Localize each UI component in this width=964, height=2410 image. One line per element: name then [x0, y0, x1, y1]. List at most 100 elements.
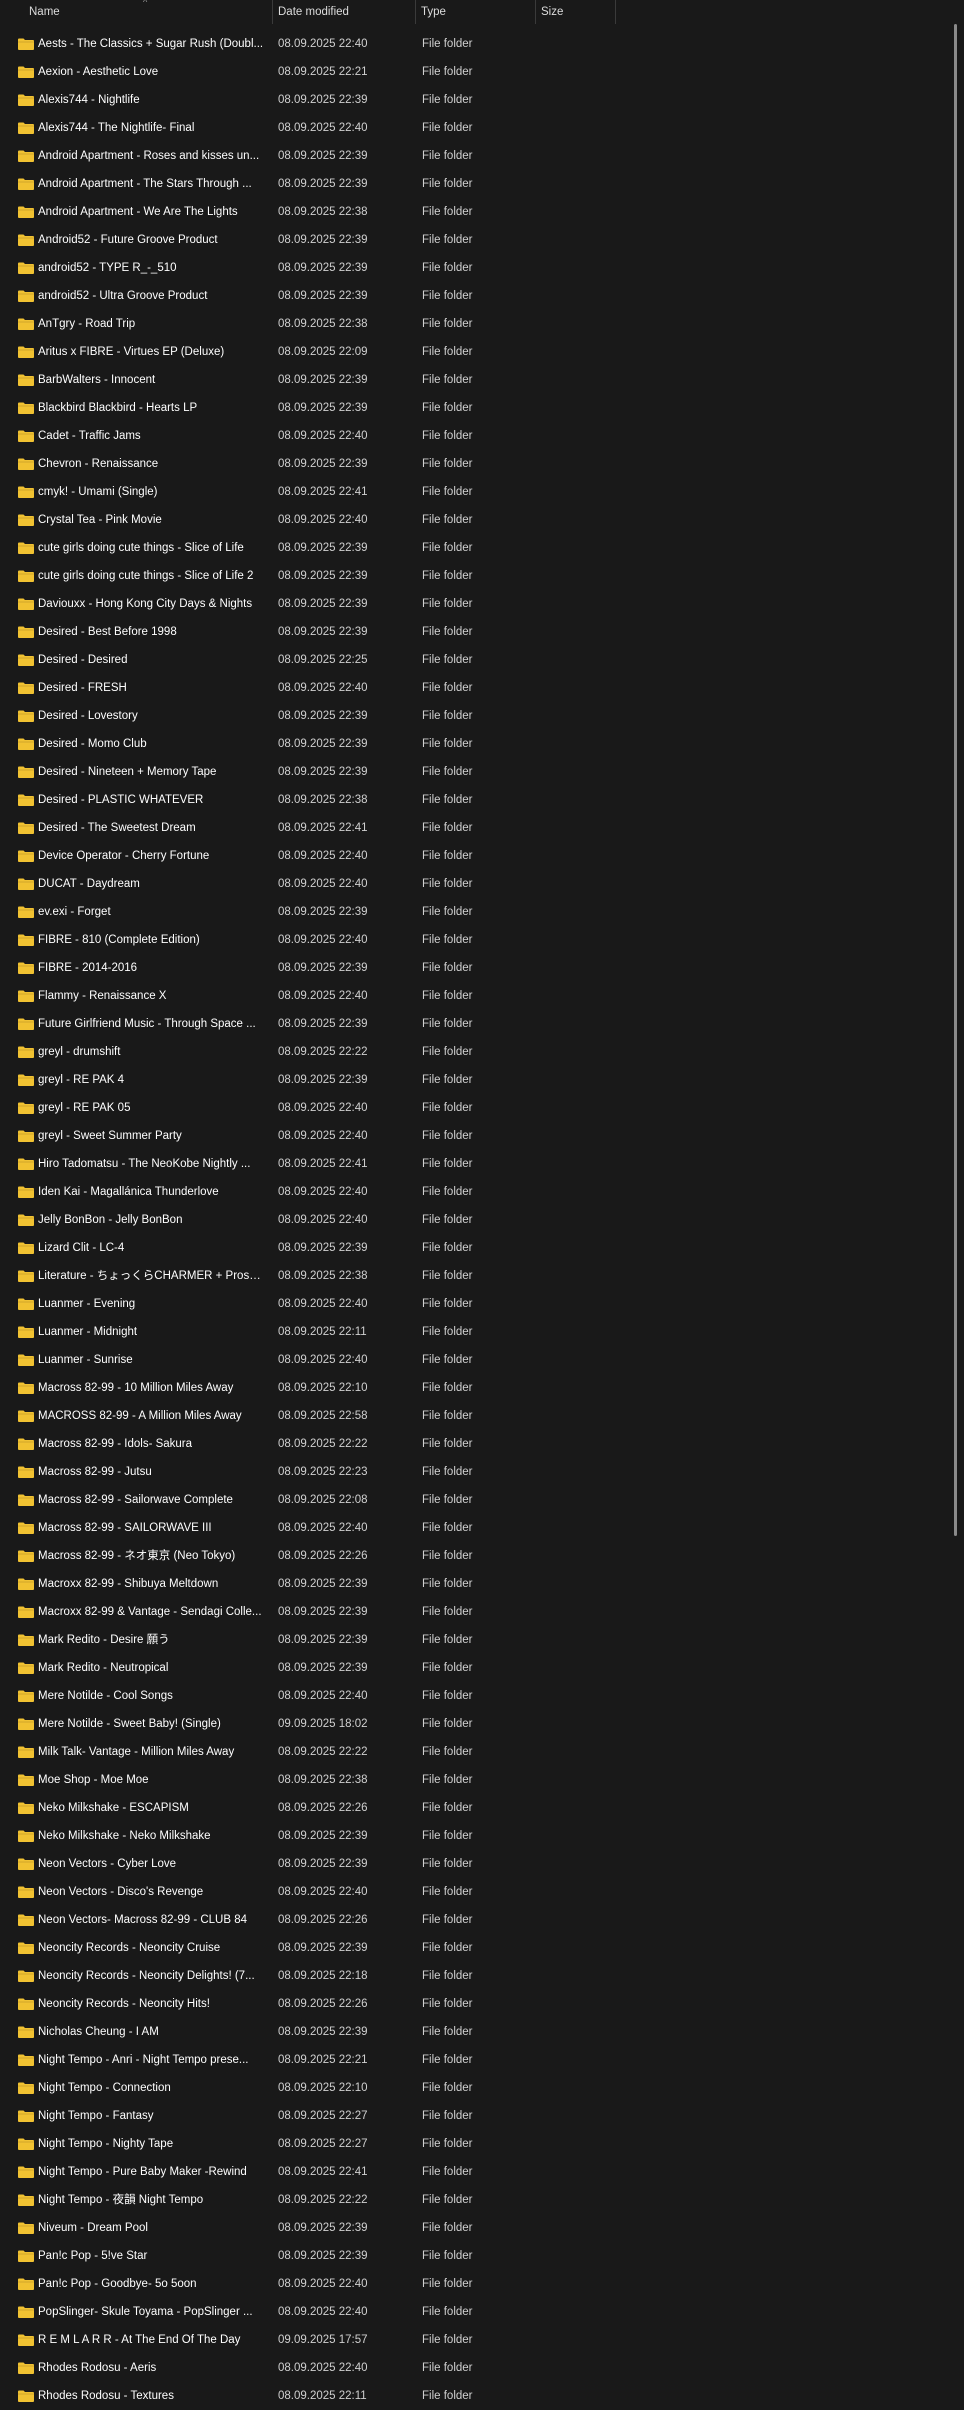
file-list-row[interactable]: Desired - Best Before 1998 08.09.2025 22:…	[0, 618, 940, 646]
file-list-row[interactable]: android52 - Ultra Groove Product 08.09.20…	[0, 282, 940, 310]
file-list-row[interactable]: greyl - RE PAK 05 08.09.2025 22:40 File fo…	[0, 1094, 940, 1122]
file-list-row[interactable]: Device Operator - Cherry Fortune 08.09.20…	[0, 842, 940, 870]
column-header-size[interactable]: Size	[536, 0, 616, 24]
file-list-row[interactable]: BarbWalters - Innocent 08.09.2025 22:39 Fi…	[0, 366, 940, 394]
file-list-row[interactable]: Macross 82-99 - Sailorwave Complete 08.09…	[0, 1486, 940, 1514]
file-list-row[interactable]: Pan!c Pop - Goodbye- 5o 5oon 08.09.2025 2…	[0, 2270, 940, 2298]
file-list-row[interactable]: Milk Talk- Vantage - Million Miles Away 0…	[0, 1738, 940, 1766]
file-list-row[interactable]: Neoncity Records - Neoncity Hits! 08.09.2…	[0, 1990, 940, 2018]
file-list-row[interactable]: Desired - Desired 08.09.2025 22:25 File fo…	[0, 646, 940, 674]
file-name: DUCAT - Daydream	[38, 878, 140, 890]
file-list-row[interactable]: Literature - ちょっくらCHARMER + Prose ザ... 08…	[0, 1262, 940, 1290]
file-list-row[interactable]: Nicholas Cheung - I AM 08.09.2025 22:39 Fi…	[0, 2018, 940, 2046]
file-list-row[interactable]: Niveum - Dream Pool 08.09.2025 22:39 File …	[0, 2214, 940, 2242]
file-list-row[interactable]: FIBRE - 810 (Complete Edition) 08.09.2025…	[0, 926, 940, 954]
file-list-row[interactable]: greyl - RE PAK 4 08.09.2025 22:39 File fol…	[0, 1066, 940, 1094]
file-list-row[interactable]: Jelly BonBon - Jelly BonBon 08.09.2025 22…	[0, 1206, 940, 1234]
file-list-row[interactable]: Desired - Momo Club 08.09.2025 22:39 File …	[0, 730, 940, 758]
file-list-row[interactable]: Neko Milkshake - Neko Milkshake 08.09.202…	[0, 1822, 940, 1850]
file-list-row[interactable]: Night Tempo - Nighty Tape 08.09.2025 22:2…	[0, 2130, 940, 2158]
file-list-row[interactable]: Aritus x FIBRE - Virtues EP (Deluxe) 08.0…	[0, 338, 940, 366]
file-list-row[interactable]: Night Tempo - Connection 08.09.2025 22:10…	[0, 2074, 940, 2102]
file-list-row[interactable]: Rhodes Rodosu - Textures 08.09.2025 22:11…	[0, 2382, 940, 2410]
file-list-row[interactable]: Macross 82-99 - Idols- Sakura 08.09.2025 …	[0, 1430, 940, 1458]
file-list-row[interactable]: Neon Vectors - Disco's Revenge 08.09.2025…	[0, 1878, 940, 1906]
file-list-row[interactable]: greyl - Sweet Summer Party 08.09.2025 22:…	[0, 1122, 940, 1150]
file-list-row[interactable]: Android Apartment - We Are The Lights 08.…	[0, 198, 940, 226]
file-type: File folder	[422, 1186, 473, 1198]
file-list-row[interactable]: Neoncity Records - Neoncity Delights! (7…	[0, 1962, 940, 1990]
file-list-row[interactable]: cute girls doing cute things - Slice of …	[0, 562, 940, 590]
file-list-row[interactable]: Pan!c Pop - 5!ve Star 08.09.2025 22:39 Fil…	[0, 2242, 940, 2270]
file-list-row[interactable]: Lizard Clit - LC-4 08.09.2025 22:39 File f…	[0, 1234, 940, 1262]
column-header-name[interactable]: Name	[24, 0, 273, 24]
file-list-row[interactable]: cute girls doing cute things - Slice of …	[0, 534, 940, 562]
file-list-row[interactable]: Android Apartment - The Stars Through ..…	[0, 170, 940, 198]
file-list-row[interactable]: Night Tempo - Anri - Night Tempo prese..…	[0, 2046, 940, 2074]
file-list-row[interactable]: Future Girlfriend Music - Through Space …	[0, 1010, 940, 1038]
file-list-row[interactable]: Neko Milkshake - ESCAPISM 08.09.2025 22:2…	[0, 1794, 940, 1822]
file-list-row[interactable]: PopSlinger- Skule Toyama - PopSlinger ..…	[0, 2298, 940, 2326]
file-list-row[interactable]: Macroxx 82-99 - Shibuya Meltdown 08.09.20…	[0, 1570, 940, 1598]
file-list-row[interactable]: Cadet - Traffic Jams 08.09.2025 22:40 File…	[0, 422, 940, 450]
file-type: File folder	[422, 234, 473, 246]
file-list-row[interactable]: Daviouxx - Hong Kong City Days & Nights 0…	[0, 590, 940, 618]
file-list-row[interactable]: Aests - The Classics + Sugar Rush (Doubl…	[0, 30, 940, 58]
file-list-row[interactable]: Desired - Lovestory 08.09.2025 22:39 File …	[0, 702, 940, 730]
file-list-row[interactable]: Hiro Tadomatsu - The NeoKobe Nightly ...…	[0, 1150, 940, 1178]
file-list-row[interactable]: Mere Notilde - Cool Songs 08.09.2025 22:4…	[0, 1682, 940, 1710]
file-list-row[interactable]: android52 - TYPE R_-_510 08.09.2025 22:39…	[0, 254, 940, 282]
file-list-row[interactable]: Alexis744 - The Nightlife- Final 08.09.20…	[0, 114, 940, 142]
file-list-row[interactable]: Night Tempo - 夜韻 Night Tempo 08.09.2025 2…	[0, 2186, 940, 2214]
file-list-row[interactable]: Night Tempo - Pure Baby Maker -Rewind 08.…	[0, 2158, 940, 2186]
file-list-row[interactable]: AnTgry - Road Trip 08.09.2025 22:38 File f…	[0, 310, 940, 338]
file-list-row[interactable]: Luanmer - Evening 08.09.2025 22:40 File fo…	[0, 1290, 940, 1318]
file-name: Night Tempo - Fantasy	[38, 2110, 154, 2122]
file-type: File folder	[422, 2194, 473, 2206]
file-list-row[interactable]: Mere Notilde - Sweet Baby! (Single) 09.09…	[0, 1710, 940, 1738]
file-list-row[interactable]: Luanmer - Midnight 08.09.2025 22:11 File f…	[0, 1318, 940, 1346]
file-list-row[interactable]: Aexion - Aesthetic Love 08.09.2025 22:21 F…	[0, 58, 940, 86]
file-list-row[interactable]: Night Tempo - Fantasy 08.09.2025 22:27 Fil…	[0, 2102, 940, 2130]
file-list-row[interactable]: Desired - FRESH 08.09.2025 22:40 File fold…	[0, 674, 940, 702]
file-list-row[interactable]: Macross 82-99 - Jutsu 08.09.2025 22:23 Fil…	[0, 1458, 940, 1486]
file-list-row[interactable]: Android52 - Future Groove Product 08.09.2…	[0, 226, 940, 254]
file-list-row[interactable]: cmyk! - Umami (Single) 08.09.2025 22:41 Fi…	[0, 478, 940, 506]
file-list-row[interactable]: Chevron - Renaissance 08.09.2025 22:39 Fil…	[0, 450, 940, 478]
file-list-row[interactable]: FIBRE - 2014-2016 08.09.2025 22:39 File fo…	[0, 954, 940, 982]
file-list-row[interactable]: Macross 82-99 - ネオ東京 (Neo Tokyo) 08.09.20…	[0, 1542, 940, 1570]
file-list-row[interactable]: Iden Kai - Magallánica Thunderlove 08.09.…	[0, 1178, 940, 1206]
folder-icon	[18, 710, 34, 722]
vertical-scrollbar[interactable]	[954, 24, 957, 1536]
file-list-row[interactable]: Mark Redito - Neutropical 08.09.2025 22:3…	[0, 1654, 940, 1682]
file-list-row[interactable]: Macross 82-99 - SAILORWAVE III 08.09.2025…	[0, 1514, 940, 1542]
file-name: Daviouxx - Hong Kong City Days & Nights	[38, 598, 253, 610]
file-list-row[interactable]: Desired - Nineteen + Memory Tape 08.09.20…	[0, 758, 940, 786]
file-list-row[interactable]: Moe Shop - Moe Moe 08.09.2025 22:38 File f…	[0, 1766, 940, 1794]
file-list-row[interactable]: Neon Vectors - Cyber Love 08.09.2025 22:3…	[0, 1850, 940, 1878]
file-list-row[interactable]: greyl - drumshift 08.09.2025 22:22 File fo…	[0, 1038, 940, 1066]
file-list-row[interactable]: Macroxx 82-99 & Vantage - Sendagi Colle.…	[0, 1598, 940, 1626]
file-list-row[interactable]: Desired - PLASTIC WHATEVER 08.09.2025 22:…	[0, 786, 940, 814]
file-list-row[interactable]: Android Apartment - Roses and kisses un.…	[0, 142, 940, 170]
file-list-row[interactable]: Neon Vectors- Macross 82-99 - CLUB 84 08.…	[0, 1906, 940, 1934]
column-header-type[interactable]: Type	[416, 0, 536, 24]
file-date-modified: 08.09.2025 22:26	[278, 1802, 368, 1814]
file-list-row[interactable]: Blackbird Blackbird - Hearts LP 08.09.202…	[0, 394, 940, 422]
file-list-row[interactable]: Flammy - Renaissance X 08.09.2025 22:40 Fi…	[0, 982, 940, 1010]
file-list-row[interactable]: Mark Redito - Desire 願う 08.09.2025 22:39 F…	[0, 1626, 940, 1654]
folder-icon	[18, 430, 34, 442]
file-list-row[interactable]: Crystal Tea - Pink Movie 08.09.2025 22:40…	[0, 506, 940, 534]
file-list-row[interactable]: Rhodes Rodosu - Aeris 08.09.2025 22:40 Fil…	[0, 2354, 940, 2382]
file-list-row[interactable]: Luanmer - Sunrise 08.09.2025 22:40 File fo…	[0, 1346, 940, 1374]
file-name: Mark Redito - Desire 願う	[38, 1634, 170, 1646]
file-list-row[interactable]: DUCAT - Daydream 08.09.2025 22:40 File fol…	[0, 870, 940, 898]
file-list-row[interactable]: Neoncity Records - Neoncity Cruise 08.09.…	[0, 1934, 940, 1962]
file-list-row[interactable]: R E M L A R R - At The End Of The Day 09.…	[0, 2326, 940, 2354]
file-list-row[interactable]: MACROSS 82-99 - A Million Miles Away 08.0…	[0, 1402, 940, 1430]
file-list-row[interactable]: Desired - The Sweetest Dream 08.09.2025 2…	[0, 814, 940, 842]
file-list-row[interactable]: Macross 82-99 - 10 Million Miles Away 08.…	[0, 1374, 940, 1402]
column-header-date-modified[interactable]: Date modified	[273, 0, 416, 24]
file-list-row[interactable]: Alexis744 - Nightlife 08.09.2025 22:39 Fil…	[0, 86, 940, 114]
file-list-row[interactable]: ev.exi - Forget 08.09.2025 22:39 File fold…	[0, 898, 940, 926]
